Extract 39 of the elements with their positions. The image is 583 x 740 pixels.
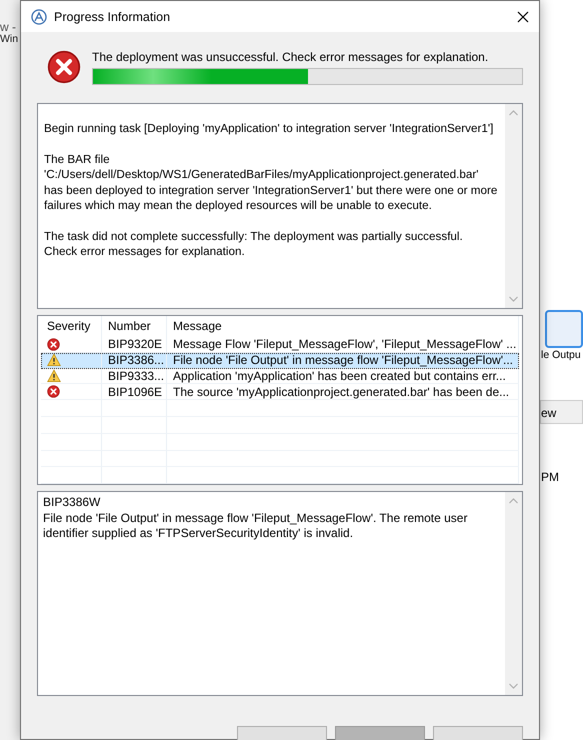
scrollbar[interactable] (505, 492, 522, 695)
scrollbar[interactable] (505, 104, 522, 308)
warning-icon (47, 353, 61, 368)
column-header[interactable]: Severity (41, 316, 102, 337)
node-label: le Outpu (541, 349, 581, 361)
table-cell: BIP9320E (102, 336, 167, 352)
warning-icon (47, 368, 61, 383)
table-cell: File node 'File Output' in message flow 'Fileput_MessageFlow'... (167, 352, 519, 368)
column-header[interactable]: Message (167, 316, 519, 337)
scroll-up-icon[interactable] (509, 110, 518, 116)
column-header[interactable]: Number (102, 316, 167, 337)
window-title: Progress Information (54, 10, 172, 24)
table-cell: PM (541, 470, 559, 484)
error-icon (47, 50, 81, 84)
table-cell: BIP9333... (102, 368, 167, 384)
error-icon (47, 338, 60, 351)
table-cell: The source 'myApplicationproject.generated.bar' has been de... (167, 384, 519, 400)
log-paragraph: Begin running task [Deploying 'myApplication' to integration server 'IntegrationServer1'] (44, 121, 494, 136)
table-cell: Application 'myApplication' has been created but contains err... (167, 368, 519, 384)
log-paragraph: The BAR file 'C:/Users/dell/Desktop/WS1/GeneratedBarFiles/myApplicationproject.generated.bar' has been deployed to integration server 'IntegrationServer1' but there were one or more failures which may mean the deployed resources will be unable to execute. (44, 152, 498, 214)
message-detail: File node 'File Output' in message flow 'Fileput_MessageFlow'. The remote user identifier supplied as 'FTPServerSecurityIdentity' is invalid. (43, 510, 468, 542)
table-cell: BIP3386... (102, 352, 167, 368)
tab[interactable]: ew (540, 400, 583, 424)
error-icon (47, 385, 60, 398)
scroll-down-icon[interactable] (509, 683, 518, 689)
scroll-up-icon[interactable] (509, 498, 518, 504)
close-icon[interactable] (517, 10, 529, 22)
message-code: BIP3386W (43, 495, 102, 510)
table-row[interactable]: BIP9333... Application 'myApplication' has been created but contains err... (41, 368, 519, 384)
table-row[interactable]: BIP1096E The source 'myApplicationproject.generated.bar' has been de... (41, 384, 519, 400)
app-icon (31, 8, 47, 24)
table-row[interactable]: BIP3386... File node 'File Output' in message flow 'Fileput_MessageFlow'... (41, 352, 519, 369)
menu-text: w - (0, 20, 16, 34)
log-paragraph: The task did not complete successfully: The deployment was partially successful. Check error messages for explanation. (44, 228, 464, 260)
table-cell: Message Flow 'Fileput_MessageFlow', 'Fileput_MessageFlow' ... (167, 336, 519, 352)
table-cell: BIP1096E (102, 384, 167, 400)
scroll-down-icon[interactable] (509, 296, 518, 302)
status-message: The deployment was unsuccessful. Check error messages for explanation. (92, 50, 490, 64)
menu-item[interactable]: Win (0, 33, 18, 45)
